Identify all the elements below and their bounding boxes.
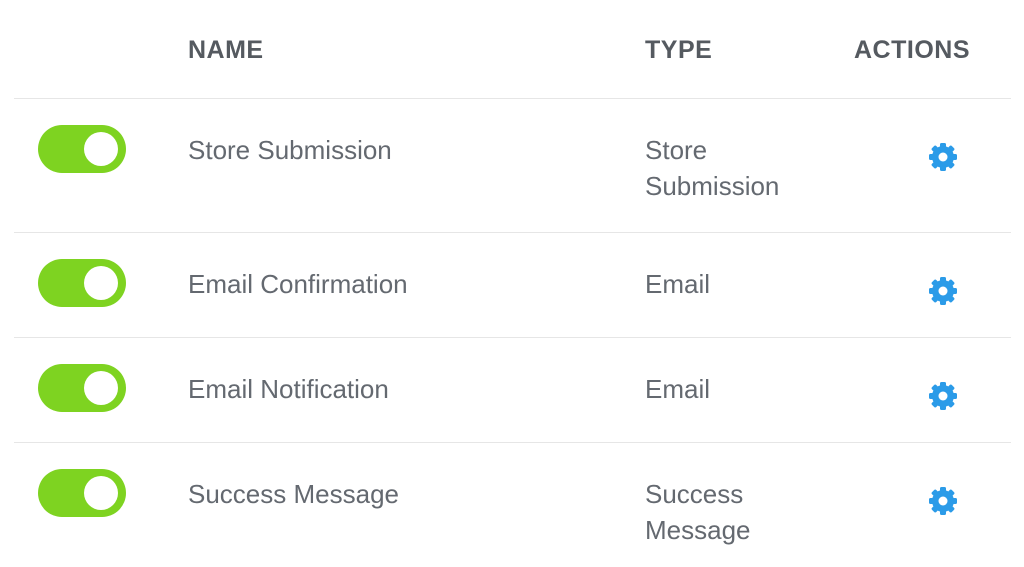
row-name: Store Submission bbox=[188, 135, 392, 165]
enable-toggle[interactable] bbox=[38, 125, 126, 173]
gear-icon[interactable] bbox=[925, 139, 961, 175]
toggle-knob bbox=[84, 371, 118, 405]
row-name: Email Confirmation bbox=[188, 269, 408, 299]
row-type: Email bbox=[645, 269, 711, 299]
enable-toggle[interactable] bbox=[38, 469, 126, 517]
table-row: Email Notification Email bbox=[14, 338, 1011, 443]
column-header-actions: ACTIONS bbox=[854, 36, 970, 64]
column-header-type: TYPE bbox=[645, 36, 713, 64]
enable-toggle[interactable] bbox=[38, 364, 126, 412]
table-header: NAME TYPE ACTIONS bbox=[14, 0, 1011, 99]
gear-icon[interactable] bbox=[925, 483, 961, 519]
gear-icon[interactable] bbox=[925, 273, 961, 309]
table-row: Email Confirmation Email bbox=[14, 233, 1011, 338]
table-row: Store Submission Store Submission bbox=[14, 99, 1011, 233]
enable-toggle[interactable] bbox=[38, 259, 126, 307]
row-name: Success Message bbox=[188, 479, 399, 509]
toggle-knob bbox=[84, 132, 118, 166]
toggle-knob bbox=[84, 476, 118, 510]
row-type: Success Message bbox=[645, 479, 751, 545]
column-header-name: NAME bbox=[188, 36, 264, 64]
actions-table: NAME TYPE ACTIONS Store Submission Store… bbox=[14, 0, 1011, 567]
row-type: Email bbox=[645, 374, 711, 404]
row-type: Store Submission bbox=[645, 135, 780, 201]
gear-icon[interactable] bbox=[925, 378, 961, 414]
row-name: Email Notification bbox=[188, 374, 389, 404]
table-row: Success Message Success Message bbox=[14, 443, 1011, 567]
toggle-knob bbox=[84, 266, 118, 300]
